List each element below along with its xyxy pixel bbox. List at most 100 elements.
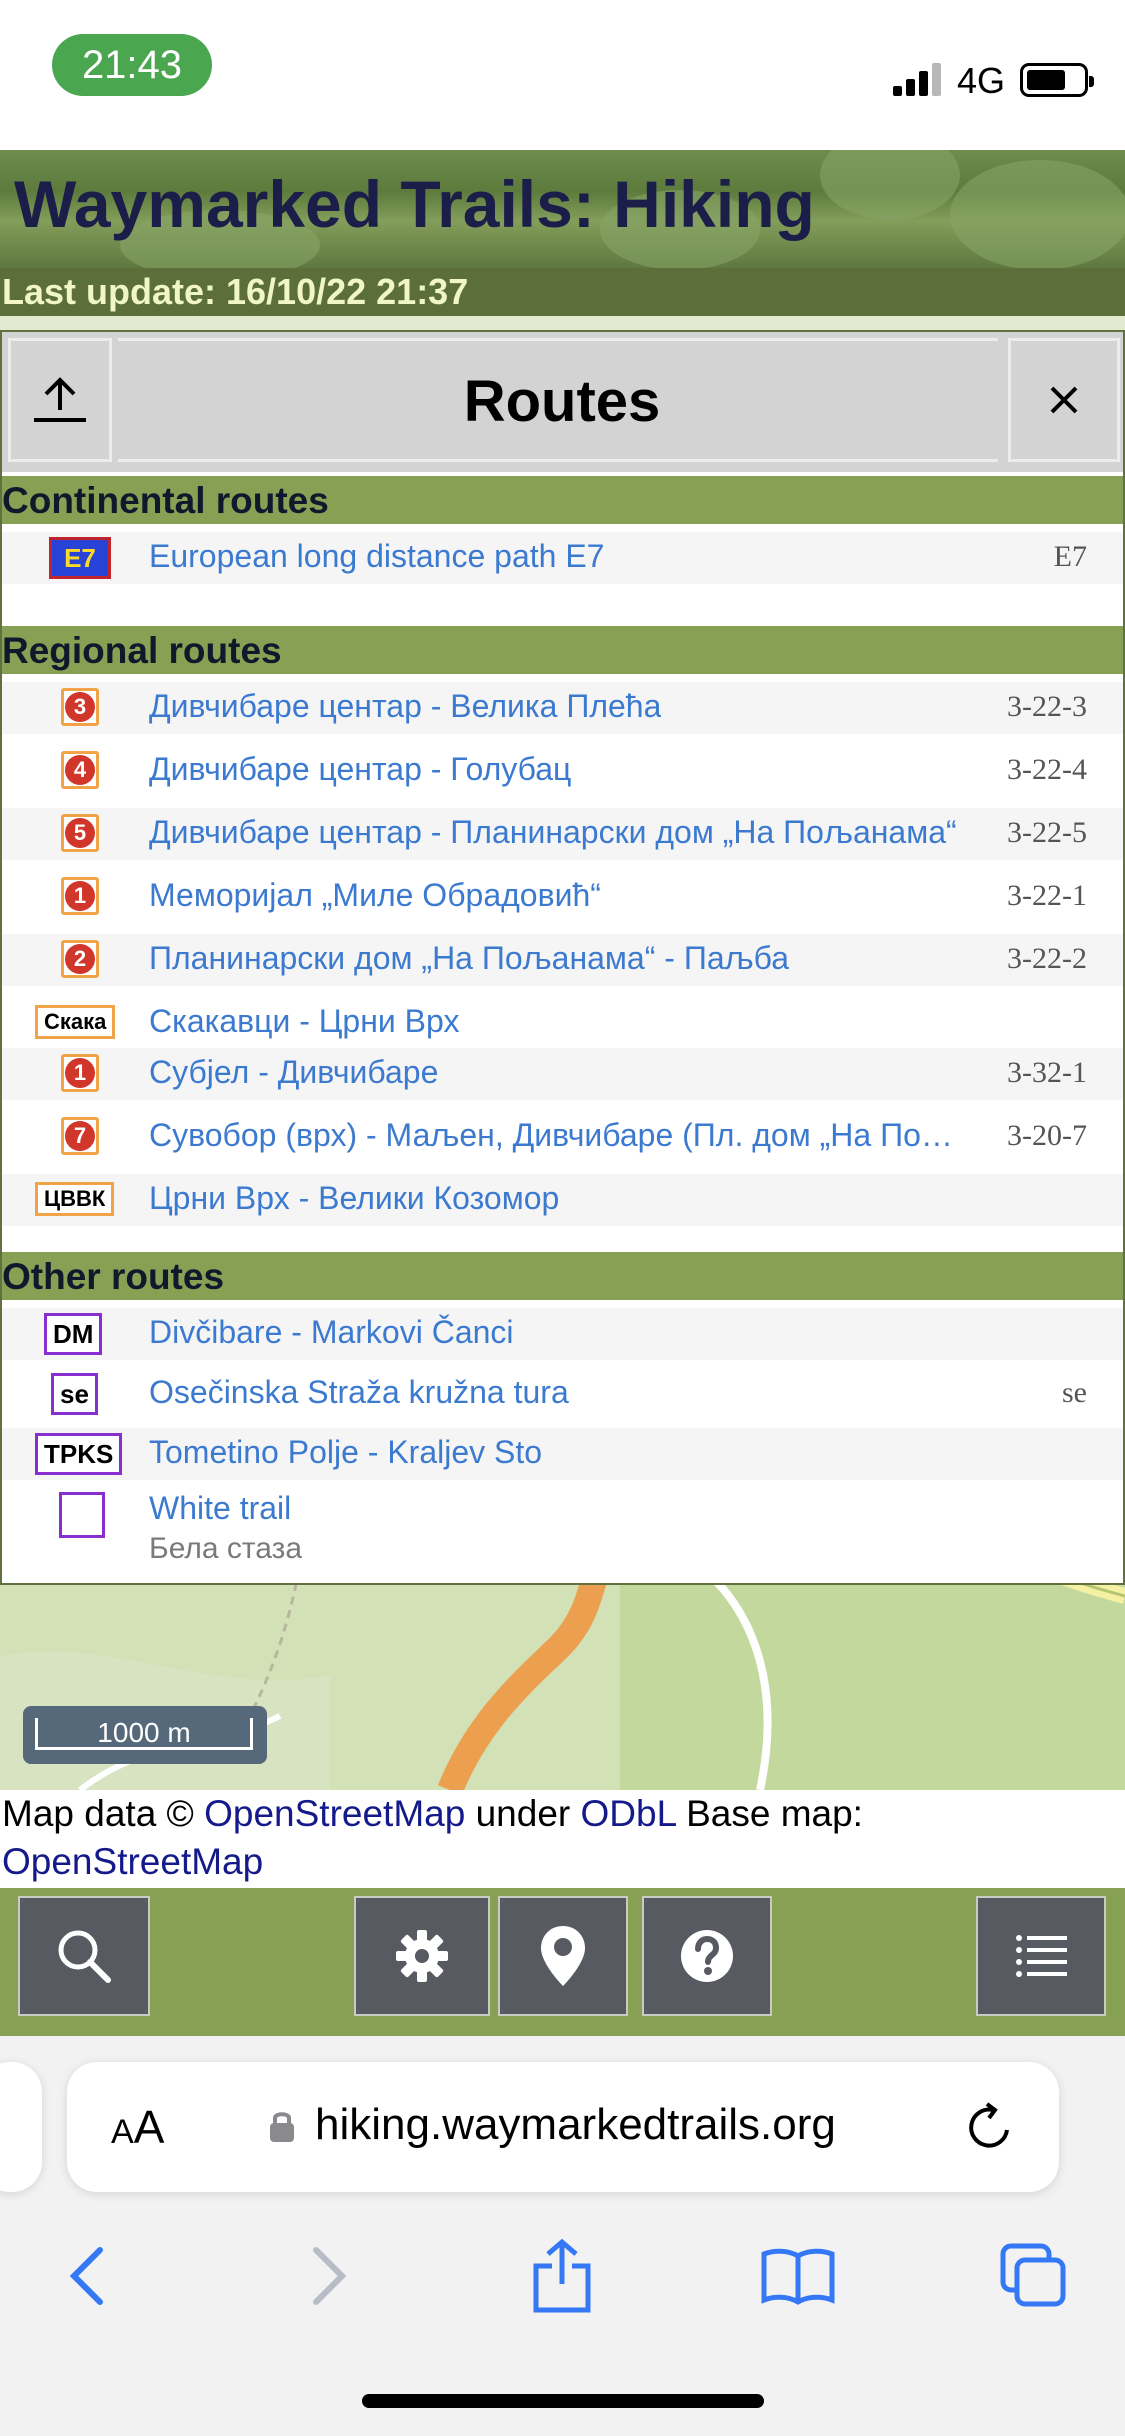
- text-size-button[interactable]: AA: [111, 2100, 164, 2154]
- browser-chrome: AA hiking.waymarkedtrails.org: [0, 2036, 1125, 2436]
- route-symbol: ЦВВК: [35, 1182, 115, 1216]
- route-subtitle: Бела стаза: [149, 1532, 303, 1565]
- tabs-icon: [1000, 2243, 1066, 2307]
- route-name[interactable]: Меморијал „Миле Обрадовић“: [149, 877, 601, 914]
- route-symbol: E7: [49, 537, 111, 579]
- routes-panel: Routes Continental routes E7 European lo…: [0, 330, 1125, 1585]
- section-heading-other: Other routes: [2, 1252, 1123, 1300]
- route-ref: 3-22-4: [1007, 753, 1087, 786]
- chevron-right-icon: [313, 2247, 347, 2305]
- route-symbol: 4: [61, 751, 99, 789]
- route-symbol: 5: [61, 814, 99, 852]
- route-ref: 3-22-2: [1007, 942, 1087, 975]
- location-button[interactable]: [498, 1896, 628, 2016]
- route-symbol: 7: [61, 1117, 99, 1155]
- route-symbol-label: 5: [65, 818, 95, 848]
- map-scale-label: 1000 m: [35, 1718, 253, 1750]
- route-list-button[interactable]: [976, 1896, 1106, 2016]
- previous-tab-peek[interactable]: [0, 2062, 42, 2192]
- route-symbol-label: 2: [65, 944, 95, 974]
- route-row[interactable]: 1 Меморијал „Миле Обрадовић“ 3-22-1: [2, 871, 1123, 923]
- search-icon: [58, 1930, 111, 1983]
- route-row[interactable]: Скака Скакавци - Црни Врх: [2, 997, 1123, 1049]
- map-scale: 1000 m: [23, 1706, 267, 1764]
- book-icon: [761, 2248, 835, 2305]
- attribution-under: under: [465, 1793, 581, 1834]
- route-row[interactable]: ЦВВК Црни Врх - Велики Козомор: [2, 1174, 1123, 1226]
- url-text[interactable]: hiking.waymarkedtrails.org: [315, 2100, 836, 2150]
- route-name[interactable]: Divčibare - Markovi Čanci: [149, 1314, 514, 1351]
- route-ref: 3-22-5: [1007, 816, 1087, 849]
- route-symbol: 1: [61, 877, 99, 915]
- collapse-panel-button[interactable]: [8, 338, 112, 462]
- lock-icon: [270, 2112, 294, 2142]
- route-name[interactable]: Сувобор (врх) - Маљен, Дивчибаре (Пл. до…: [149, 1117, 979, 1154]
- attribution-base: Base map:: [675, 1793, 863, 1834]
- map-pin-icon: [541, 1926, 585, 1986]
- route-name[interactable]: Скакавци - Црни Врх: [149, 1003, 459, 1040]
- route-name[interactable]: Osečinska Straža kružna tura: [149, 1374, 569, 1411]
- help-icon: [681, 1930, 733, 1982]
- route-row[interactable]: 2 Планинарски дом „На Пољанама“ - Паљба …: [2, 934, 1123, 986]
- text-size-big-a: A: [133, 2101, 165, 2153]
- route-name[interactable]: Дивчибаре центар - Планинарски дом „На П…: [149, 814, 957, 851]
- route-name[interactable]: Црни Врх - Велики Козомор: [149, 1180, 559, 1217]
- route-row[interactable]: se Osečinska Straža kružna tura se: [2, 1368, 1123, 1420]
- route-row[interactable]: 7 Сувобор (врх) - Маљен, Дивчибаре (Пл. …: [2, 1111, 1123, 1163]
- home-indicator: [362, 2394, 764, 2408]
- route-ref: 3-32-1: [1007, 1056, 1087, 1089]
- help-button[interactable]: [642, 1896, 772, 2016]
- map-attribution: Map data © OpenStreetMap under ODbL Base…: [0, 1790, 1125, 1888]
- route-name[interactable]: White trail: [149, 1490, 291, 1527]
- cellular-signal-icon: [893, 62, 943, 96]
- route-name[interactable]: Дивчибаре центар - Велика Плећа: [149, 688, 661, 725]
- route-row[interactable]: E7 European long distance path E7 E7: [2, 532, 1123, 584]
- route-row[interactable]: White trail Бела стаза: [2, 1484, 1123, 1580]
- route-name[interactable]: Дивчибаре центар - Голубац: [149, 751, 571, 788]
- share-button[interactable]: [522, 2236, 602, 2316]
- status-bar: 21:43 4G: [0, 0, 1125, 150]
- back-button[interactable]: [48, 2236, 128, 2316]
- route-symbol-label: 7: [65, 1121, 95, 1151]
- address-bar[interactable]: AA hiking.waymarkedtrails.org: [67, 2062, 1059, 2192]
- section-heading-continental: Continental routes: [2, 476, 1123, 524]
- chevron-left-icon: [69, 2247, 103, 2305]
- search-button[interactable]: [18, 1896, 150, 2016]
- route-name[interactable]: Tometino Polje - Kraljev Sto: [149, 1434, 542, 1471]
- forward-button[interactable]: [288, 2236, 368, 2316]
- settings-button[interactable]: [354, 1896, 490, 2016]
- route-symbol: TPKS: [35, 1433, 123, 1475]
- close-panel-button[interactable]: [1008, 338, 1120, 462]
- reload-icon[interactable]: [963, 2100, 1017, 2154]
- osm-link[interactable]: OpenStreetMap: [204, 1793, 465, 1834]
- route-symbol-label: 1: [65, 881, 95, 911]
- text-size-small-a: A: [111, 2113, 134, 2151]
- last-update: Last update: 16/10/22 21:37: [0, 268, 1125, 316]
- share-icon: [533, 2238, 591, 2313]
- route-row[interactable]: 1 Субјел - Дивчибаре 3-32-1: [2, 1048, 1123, 1100]
- odbl-link[interactable]: ODbL: [581, 1793, 676, 1834]
- route-row[interactable]: DM Divčibare - Markovi Čanci: [2, 1308, 1123, 1360]
- route-symbol: DM: [44, 1313, 103, 1355]
- bookmarks-button[interactable]: [758, 2236, 838, 2316]
- close-icon: [1050, 386, 1078, 414]
- route-row[interactable]: 5 Дивчибаре центар - Планинарски дом „На…: [2, 808, 1123, 860]
- tabs-button[interactable]: [994, 2236, 1074, 2316]
- route-name[interactable]: Субјел - Дивчибаре: [149, 1054, 438, 1091]
- route-symbol: 1: [61, 1054, 99, 1092]
- route-row[interactable]: TPKS Tometino Polje - Kraljev Sto: [2, 1428, 1123, 1480]
- route-name[interactable]: Планинарски дом „На Пољанама“ - Паљба: [149, 940, 789, 977]
- route-symbol-label: 3: [65, 692, 95, 722]
- route-name[interactable]: European long distance path E7: [149, 538, 604, 575]
- site-title[interactable]: Waymarked Trails: Hiking: [14, 166, 815, 242]
- section-heading-regional: Regional routes: [2, 626, 1123, 674]
- site-header: Waymarked Trails: Hiking: [0, 150, 1125, 268]
- battery-icon: [1020, 63, 1094, 97]
- route-row[interactable]: 3 Дивчибаре центар - Велика Плећа 3-22-3: [2, 682, 1123, 734]
- base-map-link[interactable]: OpenStreetMap: [2, 1841, 263, 1882]
- attribution-prefix: Map data ©: [2, 1793, 205, 1834]
- route-ref: 3-22-3: [1007, 690, 1087, 723]
- route-row[interactable]: 4 Дивчибаре центар - Голубац 3-22-4: [2, 745, 1123, 797]
- upload-arrow-icon: [34, 377, 86, 422]
- gear-icon: [396, 1930, 448, 1982]
